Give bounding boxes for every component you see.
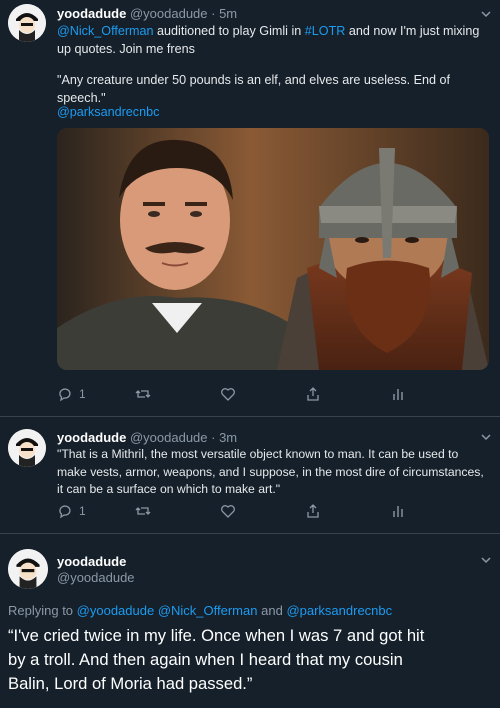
share-button[interactable]: [305, 503, 321, 519]
handle[interactable]: @yoodadude: [130, 6, 208, 21]
display-name[interactable]: yoodadude: [57, 6, 126, 21]
tweet-actions: 1: [57, 386, 477, 406]
tweet-text: "That is a Mithril, the most versatile o…: [57, 446, 497, 499]
tweet-text: “I've cried twice in my life. Once when …: [8, 624, 498, 696]
dot-separator: ·: [207, 6, 220, 21]
hashtag-link[interactable]: #LOTR: [305, 24, 346, 38]
quote-text: "Any creature under 50 pounds is an elf,…: [57, 73, 451, 105]
share-button[interactable]: [305, 386, 321, 402]
tweet-2[interactable]: yoodadude @yoodadude · 3m "That is a Mit…: [0, 417, 500, 527]
text-line: "That is a Mithril, the most versatile o…: [57, 447, 459, 461]
mention-link[interactable]: @parksandrecnbc: [57, 104, 159, 122]
avatar[interactable]: [8, 549, 48, 589]
tweet-1[interactable]: yoodadude @yoodadude · 5m @Nick_Offerman…: [0, 0, 500, 402]
dot-separator: ·: [207, 430, 220, 445]
photo-image: [57, 128, 489, 370]
analytics-button[interactable]: [390, 503, 406, 519]
analytics-button[interactable]: [390, 386, 406, 402]
tweet-text: @Nick_Offerman auditioned to play Gimli …: [57, 23, 487, 58]
retweet-icon: [135, 507, 151, 515]
mention-link[interactable]: @yoodadude @Nick_Offerman: [77, 603, 258, 618]
avatar[interactable]: [8, 429, 46, 467]
tweet-photo[interactable]: [57, 128, 489, 370]
text-line: it can be a surface on which to make art…: [57, 482, 281, 496]
like-icon: [221, 388, 235, 401]
tweet-actions: 1: [57, 503, 477, 523]
chevron-down-icon[interactable]: [480, 554, 492, 566]
retweet-icon: [135, 390, 151, 398]
retweet-button[interactable]: [135, 386, 151, 402]
replying-to: Replying to @yoodadude @Nick_Offerman an…: [8, 603, 392, 618]
and-label: and: [261, 603, 283, 618]
share-icon: [307, 504, 319, 518]
avatar-icon: [8, 429, 46, 467]
handle[interactable]: @yoodadude: [130, 430, 208, 445]
reply-icon: [59, 388, 71, 402]
text-line: make vests, armor, weapons, and I suppos…: [57, 464, 484, 479]
display-name[interactable]: yoodadude: [57, 430, 126, 445]
avatar-icon: [8, 549, 48, 589]
retweet-button[interactable]: [135, 503, 151, 519]
replying-label: Replying to: [8, 603, 74, 618]
reply-icon: [59, 505, 71, 519]
reply-button[interactable]: 1: [57, 386, 86, 402]
chevron-down-icon[interactable]: [480, 431, 492, 443]
like-button[interactable]: [220, 386, 236, 402]
text-line: Balin, Lord of Moria had passed.”: [8, 674, 253, 693]
tweet-3[interactable]: yoodadude @yoodadude Replying to @yoodad…: [0, 534, 500, 708]
text-segment: auditioned to play Gimli in: [157, 24, 302, 38]
share-icon: [307, 387, 319, 401]
text-line: by a troll. And then again when I heard …: [8, 650, 403, 669]
avatar[interactable]: [8, 4, 46, 42]
chevron-down-icon[interactable]: [480, 8, 492, 20]
handle[interactable]: @yoodadude: [57, 570, 135, 585]
timestamp[interactable]: 5m: [219, 6, 237, 21]
timestamp[interactable]: 3m: [219, 430, 237, 445]
mention-link[interactable]: @parksandrecnbc: [286, 603, 392, 618]
text-line: “I've cried twice in my life. Once when …: [8, 626, 425, 645]
display-name[interactable]: yoodadude: [57, 554, 126, 569]
reply-count: 1: [79, 504, 86, 518]
like-button[interactable]: [220, 503, 236, 519]
reply-button[interactable]: 1: [57, 503, 86, 519]
text-segment: up quotes. Join me frens: [57, 41, 195, 56]
mention-link[interactable]: @Nick_Offerman: [57, 24, 154, 38]
avatar-icon: [8, 4, 46, 42]
analytics-icon: [393, 506, 403, 517]
analytics-icon: [393, 389, 403, 400]
like-icon: [221, 505, 235, 518]
text-segment: and now I'm just mixing: [348, 24, 480, 38]
reply-count: 1: [79, 387, 86, 401]
